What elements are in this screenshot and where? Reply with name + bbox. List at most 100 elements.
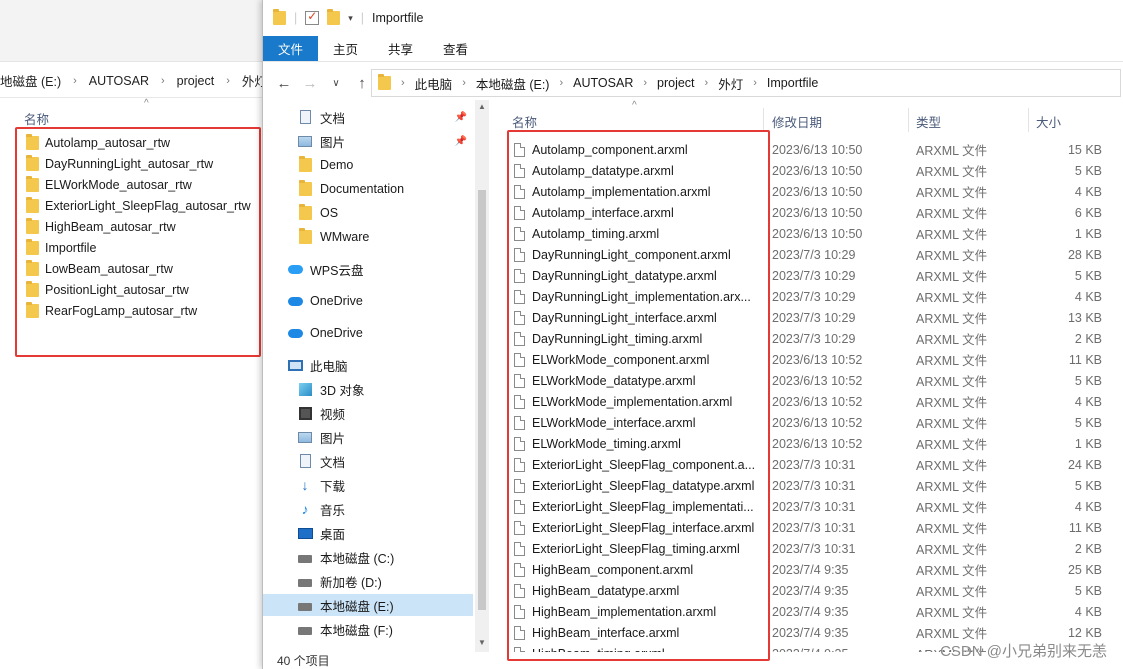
sidebar-item-label: 本地磁盘 (C:) — [320, 551, 395, 566]
file-type: ARXML 文件 — [916, 438, 988, 452]
sidebar-item[interactable]: ♪ 音乐 — [263, 498, 473, 520]
forward-arrow-icon[interactable]: → — [297, 75, 323, 92]
breadcrumb-separator-icon: › — [704, 77, 709, 89]
breadcrumb-item[interactable]: 本地磁盘 (E:) — [476, 74, 550, 93]
sidebar-item-label: OS — [320, 206, 339, 220]
file-type: ARXML 文件 — [916, 501, 988, 515]
sidebar-item[interactable]: 图片 — [263, 426, 473, 448]
list-item[interactable]: ExteriorLight_SleepFlag_autosar_rtw — [18, 195, 251, 216]
sidebar-item-label: OneDrive — [310, 326, 363, 340]
sidebar-item[interactable]: 视频 — [263, 402, 473, 424]
sidebar-item[interactable]: WPS云盘 — [263, 258, 473, 280]
sidebar-item[interactable]: 图片 📌 — [263, 130, 473, 152]
chevron-down-icon[interactable]: ▾ — [348, 13, 353, 24]
sidebar-item[interactable]: 新加卷 (D:) — [263, 570, 473, 592]
window-title: Importfile — [372, 11, 424, 25]
breadcrumb-item[interactable]: Importfile — [767, 76, 818, 90]
breadcrumb-separator-icon: › — [401, 77, 405, 89]
file-type: ARXML 文件 — [916, 480, 988, 494]
breadcrumb-item[interactable]: AUTOSAR — [573, 76, 633, 90]
recent-chevron-icon[interactable]: ∨ — [323, 78, 349, 89]
breadcrumb-separator-icon: › — [462, 77, 466, 89]
file-size: 1 KB — [1074, 436, 1102, 451]
file-type: ARXML 文件 — [916, 291, 988, 305]
navigation-scrollbar[interactable]: ▲ ▼ — [475, 100, 489, 652]
wps-cloud-icon — [287, 264, 303, 274]
list-item[interactable]: RearFogLamp_autosar_rtw — [18, 300, 251, 321]
file-size: 5 KB — [1074, 478, 1102, 493]
folder-name: ExteriorLight_SleepFlag_autosar_rtw — [45, 198, 251, 213]
desktop-icon — [297, 527, 313, 539]
properties-icon[interactable] — [305, 9, 320, 25]
sidebar-item-label: 下载 — [320, 479, 346, 494]
breadcrumb-item[interactable]: project — [657, 76, 695, 90]
drive-icon — [297, 553, 313, 563]
tab-home[interactable]: 主页 — [318, 36, 373, 61]
sidebar-item-label: 3D 对象 — [320, 383, 365, 398]
sidebar-item[interactable]: 文档 — [263, 450, 473, 472]
breadcrumb-item[interactable]: 地磁盘 (E:) — [0, 71, 61, 90]
file-date: 2023/7/3 10:31 — [772, 457, 856, 472]
sidebar-item[interactable]: Demo — [263, 154, 473, 176]
list-item[interactable]: DayRunningLight_autosar_rtw — [18, 153, 251, 174]
sidebar-item[interactable]: 桌面 — [263, 522, 473, 544]
list-item[interactable]: Autolamp_autosar_rtw — [18, 132, 251, 153]
file-date: 2023/7/3 10:29 — [772, 331, 856, 346]
watermark: CSDN @小兄弟别来无恙 — [940, 643, 1107, 660]
file-size: 5 KB — [1074, 583, 1102, 598]
list-item[interactable]: Importfile — [18, 237, 251, 258]
downloads-icon: ↓ — [301, 477, 309, 493]
file-size: 4 KB — [1074, 499, 1102, 514]
background-breadcrumb[interactable]: 地磁盘 (E:) › AUTOSAR › project › 外灯 — [0, 64, 267, 98]
column-header-name[interactable]: 名称 — [24, 109, 49, 128]
list-item[interactable]: PositionLight_autosar_rtw — [18, 279, 251, 300]
file-date: 2023/7/3 10:29 — [772, 268, 856, 283]
breadcrumb-item[interactable]: project — [177, 74, 215, 88]
sidebar-item[interactable]: Documentation — [263, 178, 473, 200]
sidebar-item[interactable]: 此电脑 — [263, 354, 473, 376]
breadcrumb-item[interactable]: 此电脑 — [415, 74, 453, 93]
address-bar[interactable]: › 此电脑 › 本地磁盘 (E:) › AUTOSAR › project › … — [371, 69, 1121, 97]
pin-icon[interactable]: 📌 — [455, 112, 467, 123]
divider: | — [360, 11, 365, 25]
file-type: ARXML 文件 — [916, 543, 988, 557]
file-size: 5 KB — [1074, 415, 1102, 430]
back-arrow-icon[interactable]: ← — [271, 75, 297, 92]
sidebar-item[interactable]: ↓ 下载 — [263, 474, 473, 496]
file-size: 12 KB — [1067, 625, 1102, 640]
list-item[interactable]: LowBeam_autosar_rtw — [18, 258, 251, 279]
tab-view[interactable]: 查看 — [428, 36, 483, 61]
sidebar-item[interactable]: 3D 对象 — [263, 378, 473, 400]
scroll-thumb[interactable] — [478, 190, 486, 610]
file-date: 2023/7/4 9:35 — [772, 625, 849, 640]
sidebar-item[interactable]: 本地磁盘 (E:) — [263, 594, 473, 616]
folder-icon — [273, 9, 286, 25]
sidebar-item[interactable]: 本地磁盘 (F:) — [263, 618, 473, 640]
breadcrumb-item[interactable]: 外灯 — [718, 74, 743, 93]
folder-name: DayRunningLight_autosar_rtw — [45, 156, 214, 171]
pin-icon[interactable]: 📌 — [455, 136, 467, 147]
file-type: ARXML 文件 — [916, 186, 988, 200]
tab-share[interactable]: 共享 — [373, 36, 428, 61]
sidebar-item[interactable]: 本地磁盘 (C:) — [263, 546, 473, 568]
folder-icon — [297, 180, 313, 196]
new-folder-icon[interactable] — [327, 9, 341, 25]
folder-icon — [26, 175, 39, 192]
sidebar-item[interactable]: WMware — [263, 226, 473, 248]
list-item[interactable]: ELWorkMode_autosar_rtw — [18, 174, 251, 195]
sidebar-item[interactable]: OneDrive — [263, 290, 473, 312]
file-type: ARXML 文件 — [916, 333, 988, 347]
onedrive-icon — [287, 328, 303, 338]
sidebar-item[interactable]: OS — [263, 202, 473, 224]
file-date: 2023/7/4 9:35 — [772, 604, 849, 619]
scroll-down-icon[interactable]: ▼ — [478, 638, 486, 647]
scroll-up-icon[interactable]: ▲ — [478, 102, 486, 111]
sidebar-item[interactable]: OneDrive — [263, 322, 473, 344]
sidebar-item[interactable]: 文档 📌 — [263, 106, 473, 128]
breadcrumb-item[interactable]: AUTOSAR — [89, 74, 149, 88]
file-type: ARXML 文件 — [916, 459, 988, 473]
list-item[interactable]: HighBeam_autosar_rtw — [18, 216, 251, 237]
breadcrumb-separator-icon: › — [643, 77, 648, 89]
file-date: 2023/6/13 10:52 — [772, 352, 863, 367]
tab-file[interactable]: 文件 — [263, 36, 319, 61]
